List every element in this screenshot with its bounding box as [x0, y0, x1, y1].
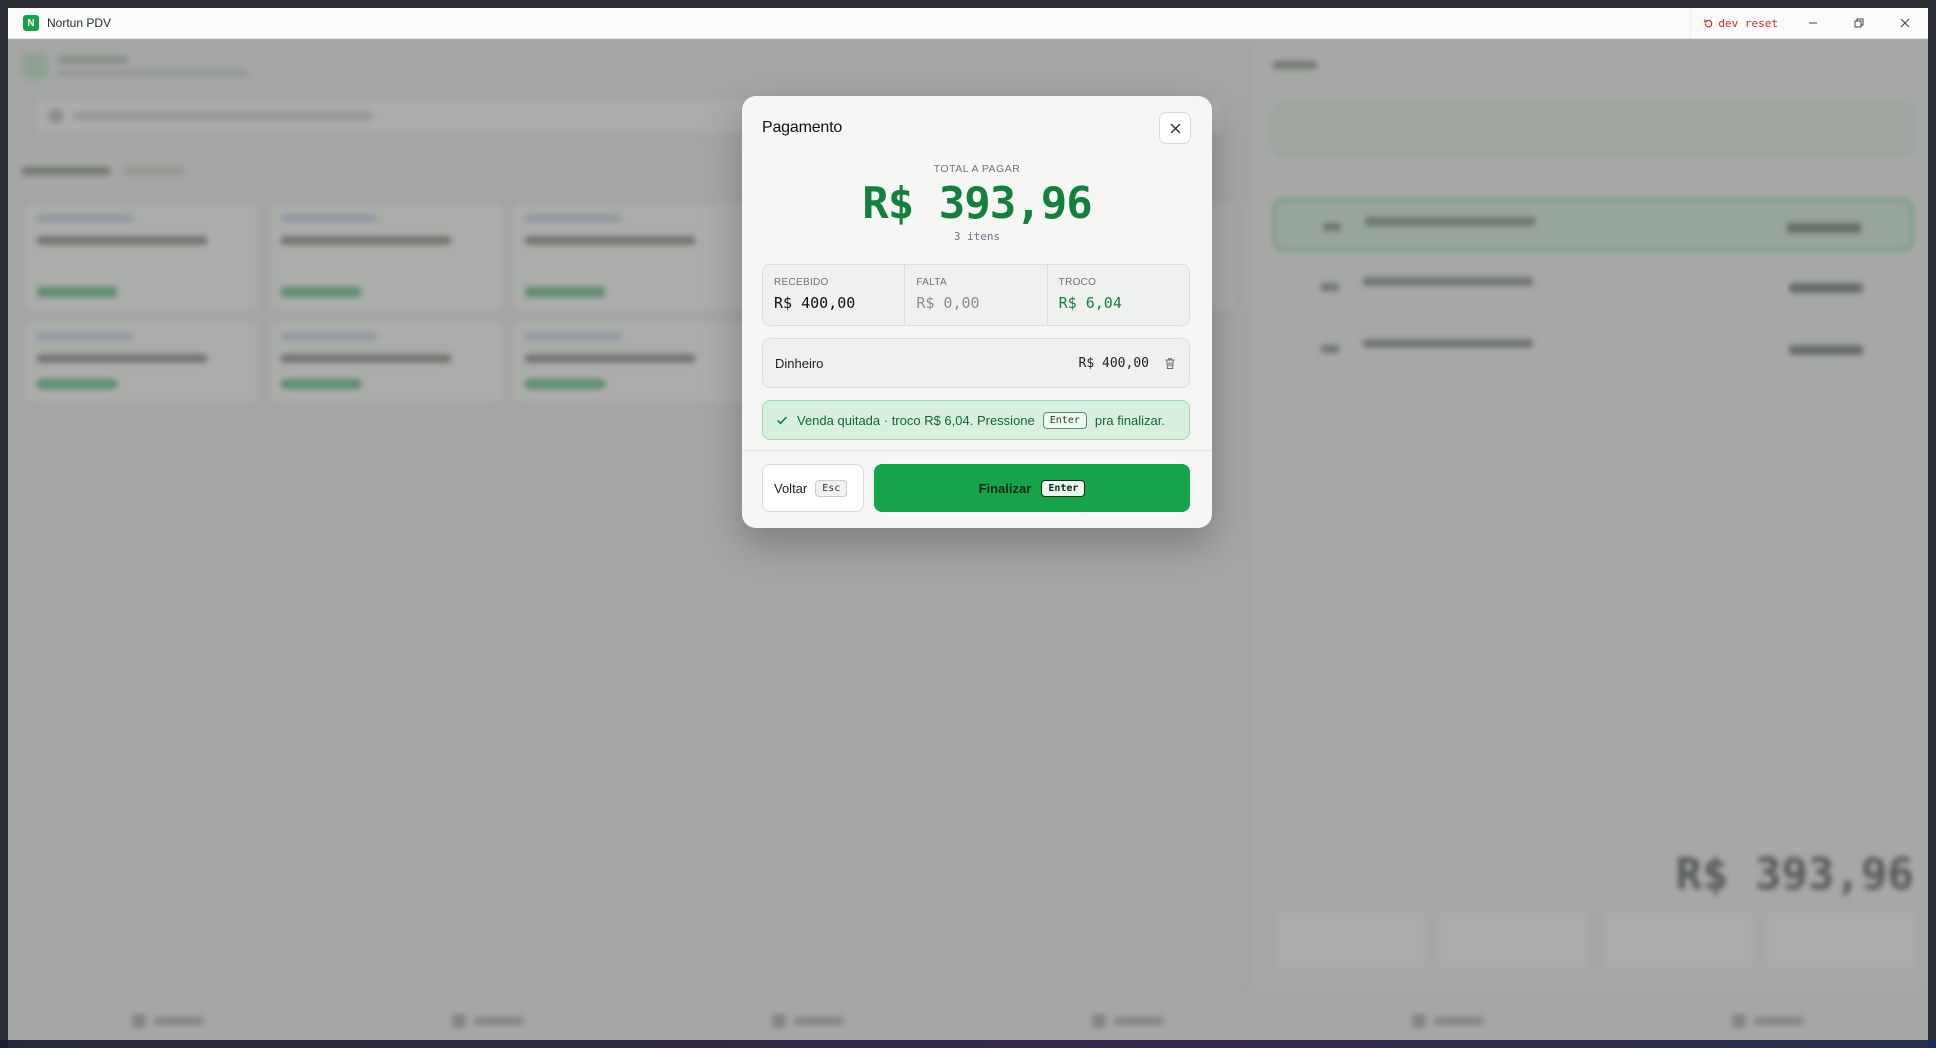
app-window: N Nortun PDV dev reset R$ 393,96 Pagamen… [8, 8, 1928, 1048]
missing-label: FALTA [916, 277, 947, 288]
total-label: TOTAL A PAGAR [933, 163, 1021, 175]
finalize-button-label: Finalizar [978, 480, 1032, 496]
enter-key-hint: Enter [1041, 479, 1086, 497]
missing-cell: FALTA R$ 0,00 [905, 265, 1048, 325]
remove-payment-button[interactable] [1163, 356, 1177, 370]
back-button-label: Voltar [774, 480, 808, 496]
close-icon [1900, 18, 1910, 28]
esc-key-hint: Esc [815, 479, 848, 497]
title-bar: N Nortun PDV dev reset [8, 8, 1928, 39]
change-cell: TROCO R$ 6,04 [1048, 265, 1189, 325]
minimize-icon [1809, 22, 1817, 24]
finalize-button[interactable]: Finalizar Enter [874, 464, 1190, 512]
back-button[interactable]: Voltar Esc [762, 464, 864, 512]
trash-icon [1165, 357, 1175, 369]
status-banner: Venda quitada · troco R$ 6,04. Pressione… [762, 400, 1190, 440]
close-dialog-button[interactable] [1159, 112, 1191, 144]
enter-key-hint: Enter [1042, 411, 1087, 429]
dialog-title: Pagamento [762, 119, 843, 136]
received-cell: RECEBIDO R$ 400,00 [763, 265, 906, 325]
total-amount: R$ 393,96 [862, 178, 1092, 229]
minimize-button[interactable] [1790, 8, 1836, 39]
divider [742, 450, 1212, 451]
payment-amount: R$ 400,00 [1078, 355, 1149, 371]
dev-reset-label: dev reset [1718, 16, 1778, 30]
reset-icon [1704, 18, 1713, 27]
payment-line: Dinheiro R$ 400,00 [762, 338, 1190, 388]
app-logo-icon: N [23, 15, 39, 31]
payment-summary: RECEBIDO R$ 400,00 FALTA R$ 0,00 TROCO R… [762, 264, 1190, 326]
restore-icon [1854, 18, 1864, 28]
status-text: Venda quitada · troco R$ 6,04. Pressione [797, 412, 1035, 428]
maximize-button[interactable] [1836, 8, 1882, 39]
close-icon [1170, 123, 1180, 133]
change-value: R$ 6,04 [1058, 294, 1122, 312]
status-suffix: pra finalizar. [1094, 412, 1165, 428]
payment-method: Dinheiro [775, 355, 824, 371]
change-label: TROCO [1058, 277, 1097, 288]
received-label: RECEBIDO [774, 277, 829, 288]
window-title: Nortun PDV [47, 16, 112, 30]
missing-value: R$ 0,00 [916, 294, 980, 312]
close-window-button[interactable] [1882, 8, 1928, 39]
items-count: 3 itens [953, 230, 1001, 243]
payment-dialog: Pagamento TOTAL A PAGAR R$ 393,96 3 iten… [742, 96, 1212, 528]
received-value: R$ 400,00 [774, 294, 856, 312]
check-icon [776, 416, 788, 425]
dev-reset-button[interactable]: dev reset [1690, 8, 1790, 39]
